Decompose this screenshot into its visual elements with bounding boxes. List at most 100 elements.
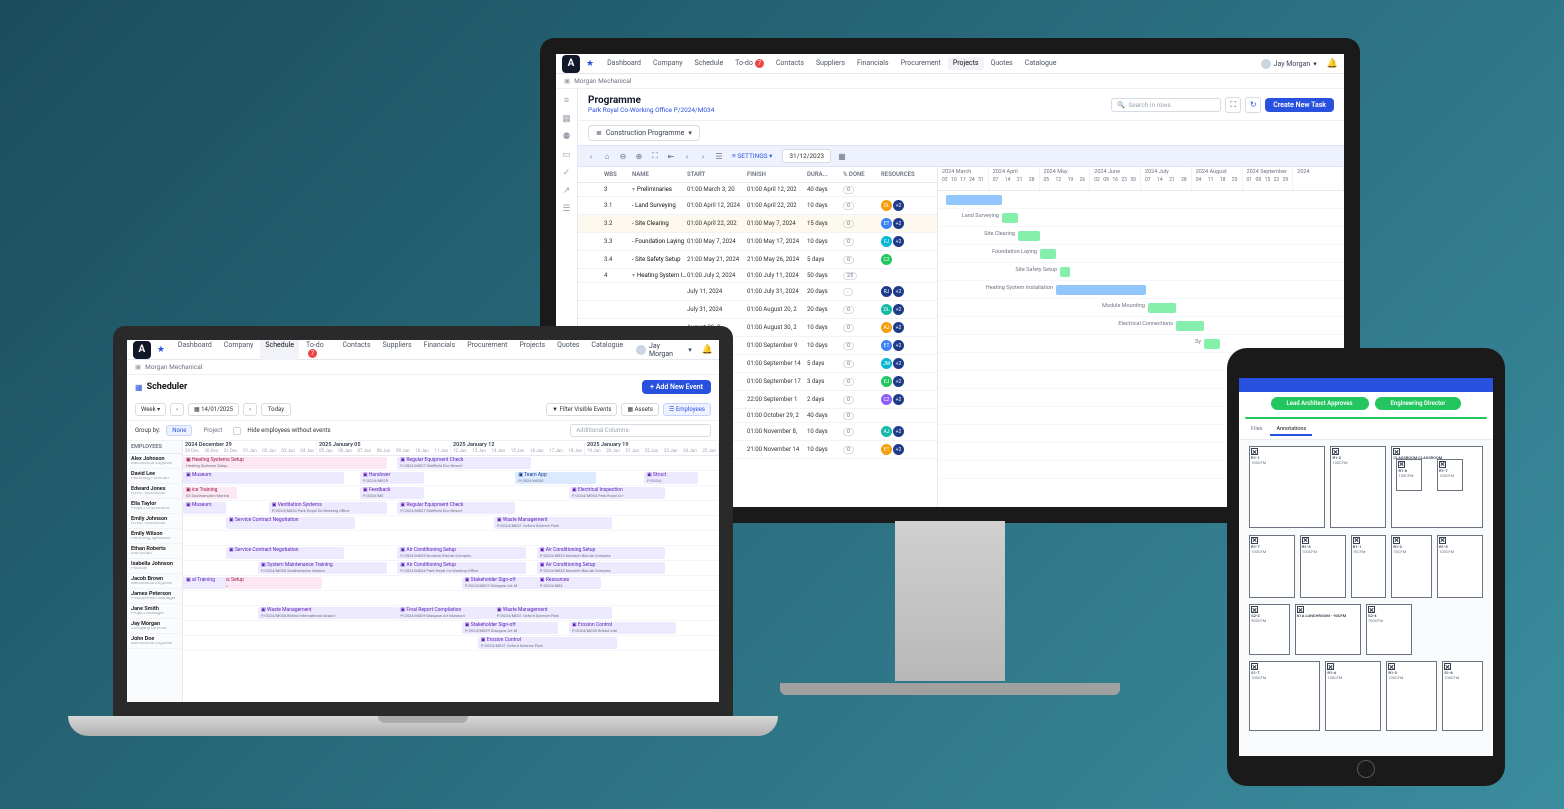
floorplan-room[interactable]: R1-5100CFM — [1300, 535, 1346, 598]
next-week-button[interactable]: › — [243, 403, 257, 416]
user-menu[interactable]: Jay Morgan ▾ — [1261, 59, 1317, 69]
floorplan-room[interactable]: R1-4100CFM — [1325, 661, 1381, 731]
nav-company[interactable]: Company — [219, 340, 259, 360]
scheduler-event[interactable]: ▣ FeedbackP/2024/M0 — [360, 487, 424, 499]
gantt-row[interactable]: 3▾Preliminaries01:00 March 3, 2001:00 Ap… — [578, 183, 937, 197]
gantt-row[interactable]: 3.1- Land Surveying01:00 April 12, 20240… — [578, 197, 937, 215]
scheduler-event[interactable]: ▣ Waste ManagementP/2024/M031 Oxford Sci… — [494, 517, 612, 529]
gantt-row[interactable]: July 11, 202401:00 July 31, 202420 days-… — [578, 283, 937, 301]
rail-list-icon[interactable]: ≡ — [564, 95, 569, 106]
rail-export-icon[interactable]: ↗ — [563, 186, 571, 196]
left-icon[interactable]: ‹ — [680, 149, 694, 163]
scheduler-event[interactable]: ▣ Heating Systems SetupHeating Systems S… — [183, 457, 387, 469]
floorplan-room[interactable]: R1-270CFM — [1391, 535, 1432, 598]
search-input[interactable]: 🔍 Search in rows — [1111, 98, 1221, 112]
collapse-icon[interactable]: ⇤ — [664, 149, 678, 163]
employee-row[interactable]: Ethan RobertsElectrician — [127, 544, 182, 559]
scheduler-event[interactable]: ▣ Ventilation SystemsP/2024/M034 Park Ro… — [269, 502, 387, 514]
nav-schedule[interactable]: Schedule — [260, 340, 299, 360]
floorplan-room[interactable]: R1-6100CFM — [1396, 459, 1421, 491]
scheduler-event[interactable]: ▣ Service Contract Negotiation — [226, 547, 344, 559]
rail-settings-icon[interactable]: ☰ — [562, 204, 570, 214]
programme-selector[interactable]: ≣ Construction Programme ▾ — [588, 125, 700, 141]
rail-people-icon[interactable]: ⚉ — [562, 132, 570, 142]
rail-grid-icon[interactable]: ▦ — [562, 114, 571, 124]
nav-financials[interactable]: Financials — [419, 340, 461, 360]
prev-week-button[interactable]: ‹ — [170, 403, 184, 416]
scheduler-event[interactable]: ▣ Stakeholder Sign-offP/2024/M029 Glasgo… — [462, 622, 558, 634]
gantt-row[interactable]: July 31, 202401:00 August 20, 220 days0D… — [578, 301, 937, 319]
employees-toggle[interactable]: ☰ Employees — [663, 403, 711, 416]
hide-empty-checkbox[interactable] — [233, 427, 241, 435]
nav-quotes[interactable]: Quotes — [986, 57, 1018, 70]
gantt-row[interactable]: 4▾Heating System Installation01:00 July … — [578, 269, 937, 283]
employee-row[interactable]: Emily JohnsonHVAC Technician — [127, 514, 182, 529]
floorplan-room[interactable]: R1-7100CFM — [1249, 535, 1295, 598]
breadcrumb-company[interactable]: Morgan Mechanical — [145, 363, 202, 371]
employee-row[interactable]: Isabella JohnsonPlumber — [127, 559, 182, 574]
home-button[interactable] — [1357, 760, 1375, 778]
scheduler-event[interactable]: ▣ System Maintenance TrainingP/2024/M003… — [258, 562, 387, 574]
view-select[interactable]: Week ▾ — [135, 403, 166, 416]
scheduler-event[interactable]: ▣ Waste ManagementP/2024/M030 Bristol In… — [258, 607, 397, 619]
scheduler-event[interactable]: ▣ Regular Equipment CheckP/2024/M027 She… — [397, 457, 531, 469]
zoomin-icon[interactable]: ⊕ — [632, 149, 646, 163]
nav-schedule[interactable]: Schedule — [690, 57, 729, 70]
floorplan-room[interactable]: K1A LUNCHROOM - 90CFM — [1295, 604, 1361, 655]
nav-catalogue[interactable]: Catalogue — [1020, 57, 1062, 70]
filter-input[interactable]: ▼ Filter Visible Events — [546, 403, 617, 416]
floorplan-room[interactable]: R1-7100CFM — [1437, 459, 1462, 491]
floorplan-canvas[interactable]: R1-1100CFMR1-2100CFMCLASSROOM CLASSROOMR… — [1239, 440, 1493, 756]
nav-procurement[interactable]: Procurement — [462, 340, 512, 360]
nav-catalogue[interactable]: Catalogue — [586, 340, 628, 360]
floorplan-room[interactable]: S1-6100CFM — [1442, 661, 1483, 731]
scheduler-event[interactable]: ▣ StructP/2024/. — [644, 472, 698, 484]
scheduler-event[interactable]: ▣ Air Conditioning SetupP/2024/M033 Norw… — [397, 547, 526, 559]
add-event-button[interactable]: + Add New Event — [642, 380, 711, 394]
date-input[interactable]: 31/12/2023 — [782, 149, 831, 163]
floorplan-room[interactable]: R1-1100CFM — [1249, 446, 1325, 528]
scheduler-event[interactable]: ▣ Team AppP/2024/M035 — [515, 472, 595, 484]
groupby-project[interactable]: Project — [198, 426, 227, 435]
zoomout-icon[interactable]: ⊖ — [616, 149, 630, 163]
user-menu[interactable]: Jay Morgan ▾ — [636, 342, 692, 358]
nav-to-do[interactable]: To-do7 — [301, 340, 336, 360]
date-picker[interactable]: ▦ 14/01/2025 — [188, 403, 239, 416]
today-button[interactable]: Today — [261, 403, 291, 416]
refresh-button[interactable]: ↻ — [1245, 97, 1261, 113]
nav-financials[interactable]: Financials — [852, 57, 894, 70]
floorplan-room[interactable]: R1-3100CFM — [1386, 661, 1437, 731]
nav-company[interactable]: Company — [648, 57, 688, 70]
project-subtitle[interactable]: Park Royal Co-Working Office P/2024/M034 — [588, 106, 714, 114]
right-icon[interactable]: › — [696, 149, 710, 163]
breadcrumb-company[interactable]: Morgan Mechanical — [574, 77, 631, 85]
scheduler-event[interactable]: ▣ Erosion ControlP/2024/M031 Oxford Scie… — [478, 637, 617, 649]
bell-icon[interactable]: 🔔 — [1327, 59, 1338, 69]
fit-icon[interactable]: ⛶ — [648, 149, 662, 163]
scheduler-event[interactable]: ▣ Service Contract Negotiation — [226, 517, 355, 529]
floorplan-room[interactable]: S2-3500CFM — [1249, 604, 1290, 655]
scheduler-event[interactable]: ▣ Air Conditioning SetupP/2024/M034 Park… — [397, 562, 526, 574]
employee-row[interactable]: Ella TaylorProject Coordinator — [127, 499, 182, 514]
star-icon[interactable]: ★ — [586, 59, 594, 69]
scheduler-event[interactable]: ▣ ice Training03 Southampton Marina — [183, 487, 237, 499]
floorplan-room[interactable]: R1-2100CFM — [1330, 446, 1386, 528]
floorplan-room[interactable]: S2-4700CFM — [1366, 604, 1412, 655]
nav-quotes[interactable]: Quotes — [552, 340, 584, 360]
columns-icon[interactable]: ☰ — [712, 149, 726, 163]
scheduler-event[interactable]: ▣ ResourcesP/2024/M03 — [537, 577, 601, 589]
settings-dropdown[interactable]: ≡ SETTINGS ▾ — [728, 152, 776, 160]
approval-architect[interactable]: Lead Architect Approves — [1271, 397, 1369, 410]
scheduler-event[interactable]: ▣ Erosion ControlP/2024/M030 Bristol Int… — [569, 622, 676, 634]
employee-row[interactable]: Jay MorganCompany Director — [127, 619, 182, 634]
nav-procurement[interactable]: Procurement — [896, 57, 946, 70]
scheduler-event[interactable]: ▣ al Training — [183, 577, 226, 589]
floorplan-room[interactable]: R1-5100CFM — [1437, 535, 1483, 598]
gantt-row[interactable]: 3.3- Foundation Laying01:00 May 7, 20240… — [578, 233, 937, 251]
additional-columns-select[interactable]: Additional Columns: — [570, 424, 711, 437]
nav-contacts[interactable]: Contacts — [338, 340, 376, 360]
nav-projects[interactable]: Projects — [948, 57, 984, 70]
nav-dashboard[interactable]: Dashboard — [602, 57, 646, 70]
nav-contacts[interactable]: Contacts — [771, 57, 809, 70]
employee-row[interactable]: Emily WilsonPlumbing Specialist — [127, 529, 182, 544]
